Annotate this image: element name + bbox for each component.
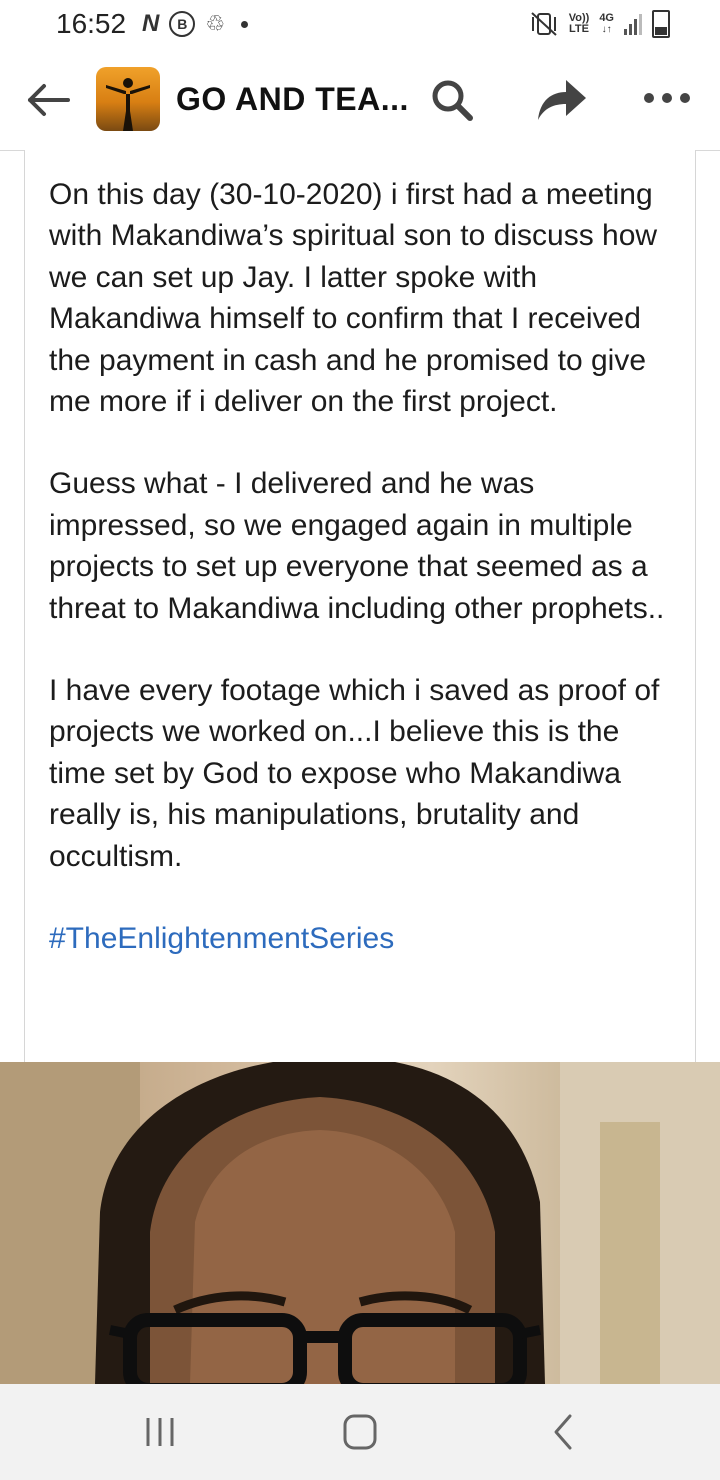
- signal-icon: [624, 13, 642, 35]
- post-paragraph-1: On this day (30-10-2020) i first had a m…: [49, 178, 658, 419]
- 4g-icon: 4G ↓↑: [599, 12, 614, 36]
- network-type: 4G: [599, 12, 614, 24]
- post-photo[interactable]: [0, 1062, 720, 1384]
- group-avatar[interactable]: [96, 67, 160, 131]
- post-paragraph-3: I have every footage which i saved as pr…: [49, 674, 660, 873]
- photo-illustration: [0, 1062, 720, 1384]
- avatar-figure-icon: [106, 78, 150, 131]
- battery-icon: [652, 10, 670, 38]
- home-icon[interactable]: [330, 1410, 390, 1454]
- post-paragraph-2: Guess what - I delivered and he was impr…: [49, 467, 665, 625]
- mute-vibrate-icon: [531, 12, 557, 36]
- search-icon[interactable]: [428, 76, 476, 124]
- back-arrow-icon[interactable]: [24, 80, 72, 120]
- status-bar: 16:52 N B ♲ Vo)) LTE 4G ↓↑: [0, 0, 720, 50]
- more-notifications-dot: [241, 20, 249, 28]
- share-icon[interactable]: [534, 76, 588, 124]
- volte-bottom: LTE: [569, 23, 589, 35]
- more-icon[interactable]: [642, 88, 692, 108]
- volte-icon: Vo)) LTE: [569, 13, 590, 35]
- post-body: On this day (30-10-2020) i first had a m…: [49, 174, 679, 960]
- app-header: GO AND TEA...: [0, 52, 720, 151]
- b-notification-icon: B: [169, 11, 196, 37]
- status-right-icons: Vo)) LTE 4G ↓↑: [529, 10, 670, 38]
- status-time: 16:52: [56, 8, 127, 39]
- status-left-icons: N B ♲: [142, 10, 249, 38]
- system-nav-bar: [0, 1384, 720, 1480]
- recent-apps-icon[interactable]: [130, 1410, 190, 1454]
- recycle-icon: ♲: [205, 11, 226, 36]
- hashtag-link[interactable]: #TheEnlightenmentSeries: [49, 918, 679, 959]
- post-card: On this day (30-10-2020) i first had a m…: [24, 150, 696, 1062]
- n-notification-icon: N: [142, 10, 160, 37]
- group-title[interactable]: GO AND TEA...: [176, 81, 409, 118]
- back-icon[interactable]: [534, 1410, 594, 1454]
